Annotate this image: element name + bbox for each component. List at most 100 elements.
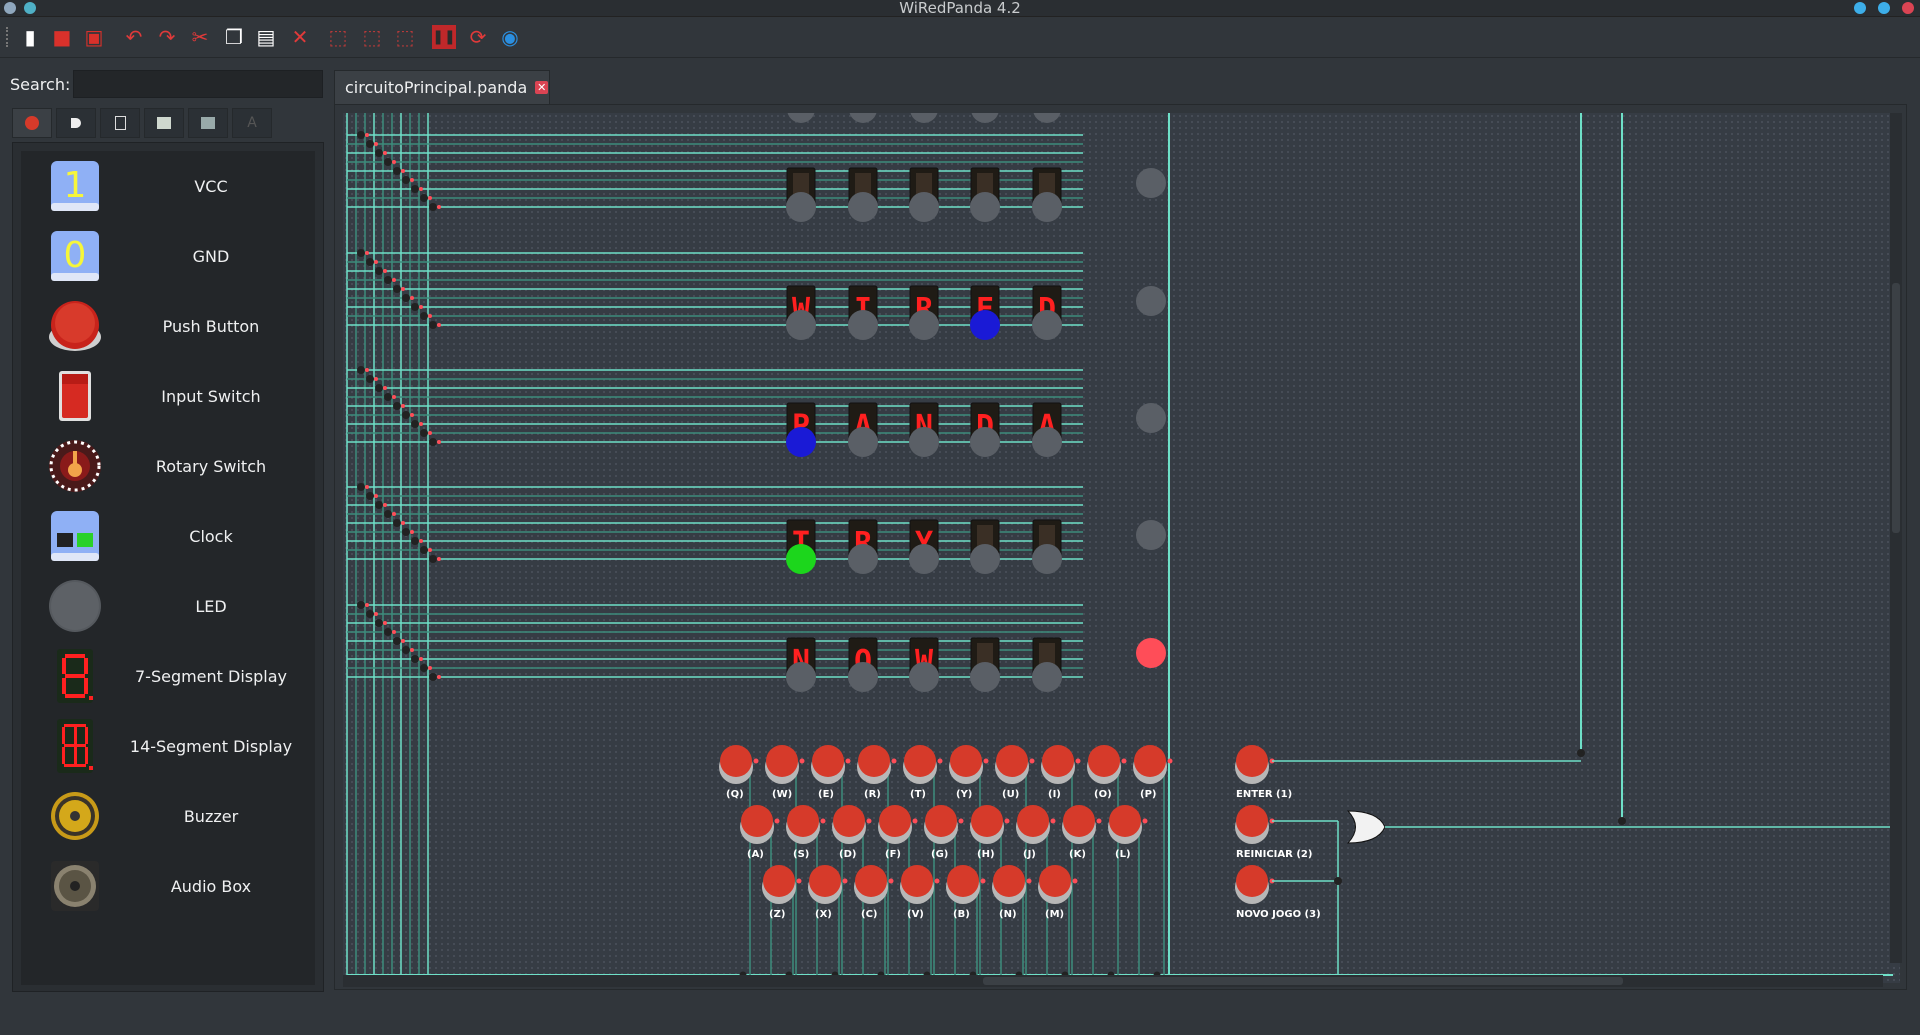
- window-title-bar: WiRedPanda 4.2: [0, 0, 1920, 17]
- panda-logo-icon[interactable]: ◉: [498, 25, 522, 49]
- vertical-scrollbar[interactable]: [1890, 113, 1902, 963]
- palette-item-fourteen-segment-display[interactable]: 14-Segment Display: [21, 711, 315, 781]
- palette-item-label: Audio Box: [170, 876, 252, 896]
- port: [891, 758, 897, 764]
- zoom-in-icon[interactable]: ⬚: [326, 25, 350, 49]
- svg-text:1: 1: [64, 165, 87, 206]
- undo-icon[interactable]: ↶: [122, 25, 146, 49]
- push-button-o: [1088, 745, 1120, 777]
- zoom-out-icon[interactable]: ⬚: [360, 25, 384, 49]
- port: [1050, 818, 1056, 824]
- port: [437, 323, 441, 327]
- led: [970, 310, 1000, 340]
- pause-icon[interactable]: ❚❚: [432, 25, 456, 49]
- tab-memory[interactable]: [100, 108, 140, 138]
- push-button-v: [901, 865, 933, 897]
- redo-icon[interactable]: ↷: [155, 25, 179, 49]
- port: [937, 758, 943, 764]
- circuit-canvas[interactable]: W I R E D P A N D A T R Y N O W (Q) (W) (E) (R) (T) (Y) (U) (I)…: [343, 113, 1900, 983]
- port: [437, 440, 441, 444]
- search-input[interactable]: [73, 70, 323, 98]
- port: [401, 287, 405, 291]
- palette-item-led[interactable]: LED: [21, 571, 315, 641]
- junction: [420, 312, 428, 320]
- tab-basic-gates[interactable]: [12, 108, 52, 138]
- zoom-reset-icon[interactable]: ⬚: [393, 25, 417, 49]
- led: [1032, 544, 1062, 574]
- minimize-icon[interactable]: [1854, 2, 1866, 14]
- new-file-icon[interactable]: ▮: [18, 25, 42, 49]
- copy-icon[interactable]: ❐: [222, 25, 246, 49]
- buzzer-icon: [47, 787, 103, 845]
- junction: [393, 285, 401, 293]
- port: [374, 494, 378, 498]
- palette-item-rotary-switch[interactable]: Rotary Switch: [21, 431, 315, 501]
- junction: [402, 294, 410, 302]
- paste-icon[interactable]: ▤: [254, 25, 278, 49]
- push-button-b: [947, 865, 979, 897]
- circuit-editor: W I R E D P A N D A T R Y N O W (Q) (W) (E) (R) (T) (Y) (U) (I)…: [334, 104, 1907, 990]
- led: [848, 192, 878, 222]
- palette-item-input-switch[interactable]: Input Switch: [21, 361, 315, 431]
- port: [1167, 758, 1173, 764]
- led: [848, 427, 878, 457]
- key-label: (L): [1115, 849, 1131, 860]
- port: [958, 818, 964, 824]
- junction: [384, 628, 392, 636]
- tab-text[interactable]: A: [232, 108, 272, 138]
- toolbar-grip[interactable]: [6, 27, 11, 47]
- delete-icon[interactable]: ✕: [288, 25, 312, 49]
- cut-icon[interactable]: ✂: [188, 25, 212, 49]
- text-tab-icon: A: [247, 115, 257, 131]
- tab-logic[interactable]: [56, 108, 96, 138]
- junction: [366, 610, 374, 618]
- port: [365, 251, 369, 255]
- palette-item-buzzer[interactable]: Buzzer: [21, 781, 315, 851]
- junction: [411, 185, 419, 193]
- palette-item-audio-box[interactable]: Audio Box: [21, 851, 315, 921]
- key-label: (B): [953, 909, 970, 920]
- palette-item-label: GND: [192, 246, 230, 266]
- horizontal-scrollbar[interactable]: [343, 975, 1883, 987]
- horizontal-scrollbar-handle[interactable]: [983, 977, 1623, 985]
- port: [401, 639, 405, 643]
- port: [419, 187, 423, 191]
- port: [374, 377, 378, 381]
- push-button-d: [833, 805, 865, 837]
- port: [934, 878, 940, 884]
- junction: [1618, 817, 1626, 825]
- palette-item-seven-segment-display[interactable]: 7-Segment Display: [21, 641, 315, 711]
- junction: [393, 402, 401, 410]
- port: [410, 178, 414, 182]
- push-button-k: [1063, 805, 1095, 837]
- push-button-j: [1017, 805, 1049, 837]
- port: [383, 151, 387, 155]
- junction: [429, 555, 437, 563]
- palette-item-gnd[interactable]: 0 GND: [21, 221, 315, 291]
- maximize-icon[interactable]: [1878, 2, 1890, 14]
- palette-item-clock[interactable]: Clock: [21, 501, 315, 571]
- status-led: [1136, 286, 1166, 316]
- tab-ic[interactable]: [144, 108, 184, 138]
- open-folder-icon[interactable]: ■: [50, 25, 74, 49]
- port: [374, 260, 378, 264]
- control-button: [1236, 865, 1268, 897]
- save-icon[interactable]: ▣: [82, 25, 106, 49]
- seven-segment-icon: [47, 647, 103, 705]
- reset-simulation-icon[interactable]: ⟳: [466, 25, 490, 49]
- tab-circuito-principal[interactable]: circuitoPrincipal.panda ✕: [334, 70, 550, 104]
- close-window-icon[interactable]: [1902, 2, 1914, 14]
- palette-item-vcc[interactable]: 1 VCC: [21, 151, 315, 221]
- palette-item-push-button[interactable]: Push Button: [21, 291, 315, 361]
- led: [910, 113, 938, 123]
- led: [848, 310, 878, 340]
- close-tab-icon[interactable]: ✕: [535, 81, 549, 94]
- junction: [402, 646, 410, 654]
- search-label: Search:: [10, 75, 71, 94]
- tab-misc[interactable]: [188, 108, 228, 138]
- push-button-f: [879, 805, 911, 837]
- junction: [384, 276, 392, 284]
- junction: [357, 601, 365, 609]
- vertical-scrollbar-handle[interactable]: [1892, 283, 1900, 533]
- key-label: (H): [977, 849, 995, 860]
